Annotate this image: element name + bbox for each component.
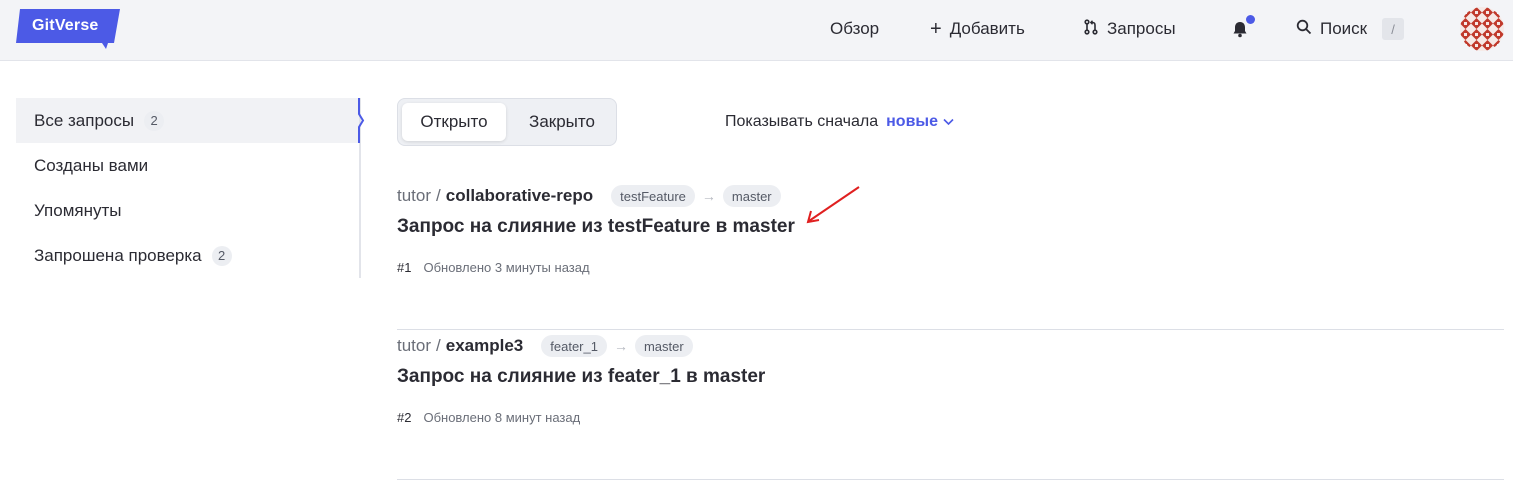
sort-prefix: Показывать сначала bbox=[725, 113, 879, 130]
pull-request-item: tutor / example3 feater_1 → master Запро… bbox=[397, 330, 1504, 480]
sidebar-item-mentioned[interactable]: Упомянуты bbox=[16, 188, 359, 233]
sidebar-item-label: Все запросы bbox=[34, 110, 135, 130]
sidebar-item-count: 2 bbox=[211, 245, 232, 266]
sidebar-item-created-by-you[interactable]: Созданы вами bbox=[16, 143, 359, 188]
repo-separator: / bbox=[436, 336, 441, 355]
target-branch-badge: master bbox=[722, 185, 781, 207]
sort-value: новые bbox=[886, 113, 938, 130]
repo-name[interactable]: collaborative-repo bbox=[446, 186, 593, 206]
pull-request-item: tutor / collaborative-repo testFeature →… bbox=[397, 180, 1504, 330]
target-branch-badge: master bbox=[634, 335, 693, 357]
repo-owner[interactable]: tutor bbox=[397, 186, 431, 206]
pull-request-meta: #1 Обновлено 3 минуты назад bbox=[397, 260, 590, 275]
search-icon bbox=[1296, 19, 1312, 40]
chevron-down-icon bbox=[943, 113, 954, 131]
repo-line: tutor / collaborative-repo testFeature →… bbox=[397, 184, 781, 208]
gitverse-logo[interactable]: GitVerse bbox=[16, 9, 120, 49]
top-header: GitVerse Обзор + Добавить Запросы Поиск … bbox=[0, 0, 1513, 61]
sort-dropdown[interactable]: новые bbox=[886, 113, 954, 131]
sidebar-item-label: Упомянуты bbox=[34, 200, 122, 220]
sidebar-item-all-requests[interactable]: Все запросы 2 bbox=[16, 98, 359, 143]
nav-overview[interactable]: Обзор bbox=[830, 18, 879, 40]
nav-search[interactable]: Поиск bbox=[1296, 18, 1367, 40]
sidebar: Все запросы 2 Созданы вами Упомянуты Зап… bbox=[16, 98, 361, 278]
pull-request-icon bbox=[1083, 18, 1099, 40]
sidebar-item-review-requested[interactable]: Запрошена проверка 2 bbox=[16, 233, 359, 278]
nav-add-label: Добавить bbox=[949, 19, 1025, 38]
tab-closed-label: Закрыто bbox=[529, 112, 595, 131]
pull-request-meta: #2 Обновлено 8 минут назад bbox=[397, 410, 580, 425]
tab-open[interactable]: Открыто bbox=[402, 103, 506, 141]
annotation-arrow bbox=[803, 184, 863, 226]
state-toggle: Открыто Закрыто bbox=[397, 98, 617, 146]
pull-request-updated: Обновлено 8 минут назад bbox=[423, 410, 581, 425]
source-branch-badge: testFeature bbox=[611, 185, 695, 207]
notification-dot bbox=[1246, 15, 1255, 24]
source-branch-badge: feater_1 bbox=[541, 335, 607, 357]
logo-text: GitVerse bbox=[32, 17, 99, 34]
sidebar-active-indicator bbox=[357, 98, 365, 143]
sidebar-item-count: 2 bbox=[144, 110, 165, 131]
nav-search-label: Поиск bbox=[1320, 19, 1368, 38]
sidebar-item-label: Запрошена проверка bbox=[34, 245, 202, 265]
nav-requests[interactable]: Запросы bbox=[1083, 18, 1176, 40]
nav-add[interactable]: + Добавить bbox=[930, 18, 1025, 40]
sidebar-item-label: Созданы вами bbox=[34, 155, 149, 175]
tab-open-label: Открыто bbox=[420, 112, 488, 131]
search-shortcut-key: / bbox=[1382, 18, 1404, 40]
nav-overview-label: Обзор bbox=[830, 19, 880, 38]
repo-name[interactable]: example3 bbox=[446, 336, 524, 356]
user-avatar[interactable] bbox=[1460, 7, 1504, 51]
arrow-right-icon: → bbox=[613, 338, 628, 354]
pull-request-number: #2 bbox=[397, 410, 412, 425]
repo-line: tutor / example3 feater_1 → master bbox=[397, 334, 693, 358]
pull-request-title[interactable]: Запрос на слияние из feater_1 в master bbox=[397, 366, 765, 388]
pull-request-number: #1 bbox=[397, 260, 412, 275]
repo-separator: / bbox=[436, 186, 441, 205]
nav-requests-label: Запросы bbox=[1107, 19, 1176, 38]
plus-icon: + bbox=[930, 18, 942, 40]
arrow-right-icon: → bbox=[701, 188, 716, 204]
pull-request-updated: Обновлено 3 минуты назад bbox=[423, 260, 590, 275]
pull-request-title[interactable]: Запрос на слияние из testFeature в maste… bbox=[397, 216, 795, 238]
tab-closed[interactable]: Закрыто bbox=[510, 103, 614, 141]
repo-owner[interactable]: tutor bbox=[397, 336, 431, 356]
sort-control: Показывать сначала новые bbox=[725, 113, 954, 131]
